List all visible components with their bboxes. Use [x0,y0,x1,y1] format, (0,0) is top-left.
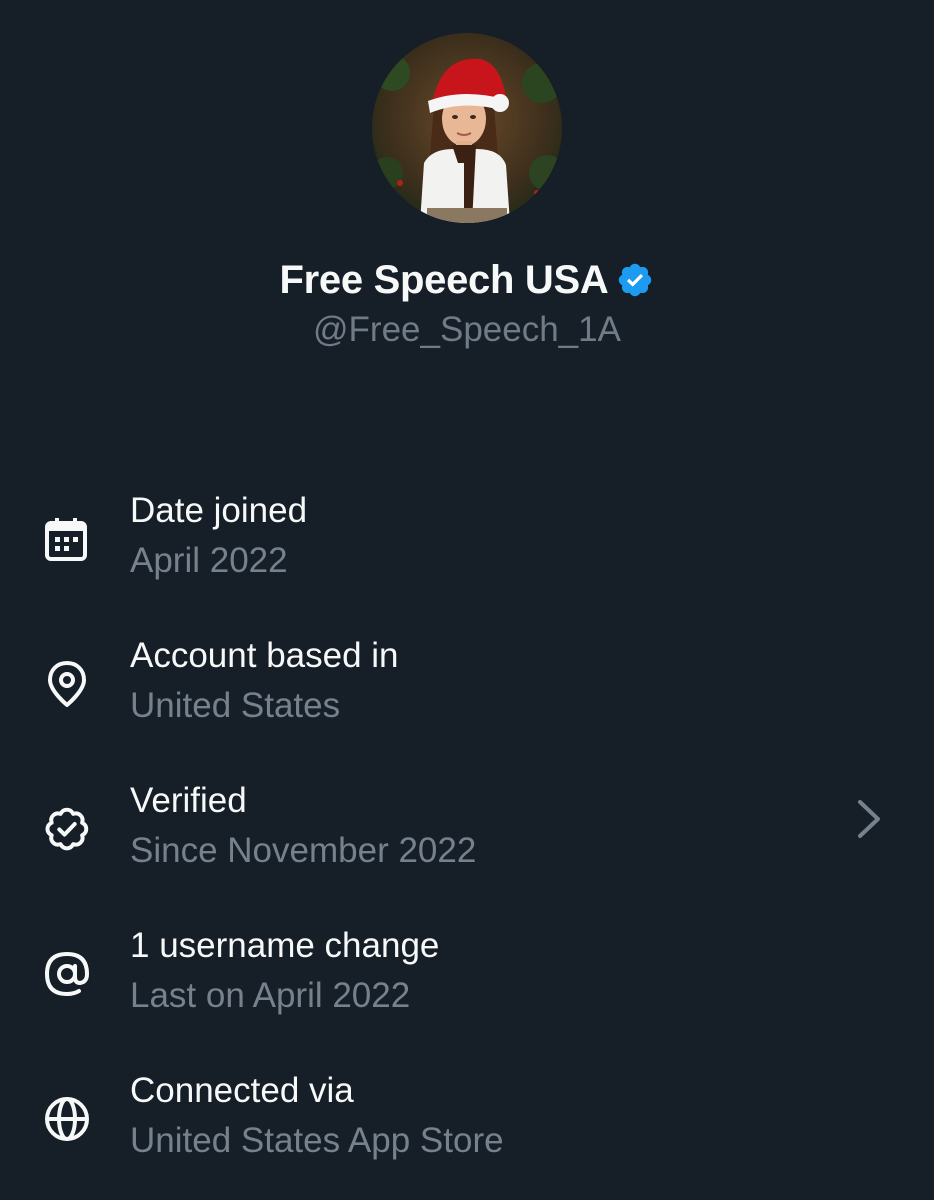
info-subtitle: April 2022 [130,541,288,580]
name-row: Free Speech USA [0,254,934,306]
chevron-right-icon[interactable] [850,794,890,844]
info-title: Connected via [130,1071,354,1110]
avatar-image [372,33,562,223]
profile-header: Free Speech USA @Free_Speech_1A [0,0,934,400]
display-name: Free Speech USA [279,257,609,302]
info-row-verified[interactable]: Verified Since November 2022 [0,768,934,913]
info-title: Verified [130,781,247,820]
verified-badge-outline-icon [45,807,89,851]
info-row-username-change: 1 username change Last on April 2022 [0,913,934,1058]
calendar-icon [45,518,87,561]
info-subtitle: United States [130,686,341,725]
about-account-list: Date joined April 2022 Account based in … [0,478,934,1200]
info-title: Account based in [130,636,399,675]
avatar[interactable] [372,33,562,223]
info-subtitle: Since November 2022 [130,831,477,870]
info-title: Date joined [130,491,308,530]
info-title: 1 username change [130,926,440,965]
info-row-account-based-in: Account based in United States [0,623,934,768]
username-handle: @Free_Speech_1A [313,310,621,349]
info-subtitle: United States App Store [130,1121,504,1160]
globe-icon [45,1097,89,1141]
info-row-date-joined: Date joined April 2022 [0,478,934,623]
info-row-connected-via: Connected via United States App Store [0,1058,934,1200]
at-sign-icon [44,951,90,997]
info-subtitle: Last on April 2022 [130,976,411,1015]
verified-badge-icon[interactable] [616,261,654,299]
location-pin-icon [48,661,86,707]
